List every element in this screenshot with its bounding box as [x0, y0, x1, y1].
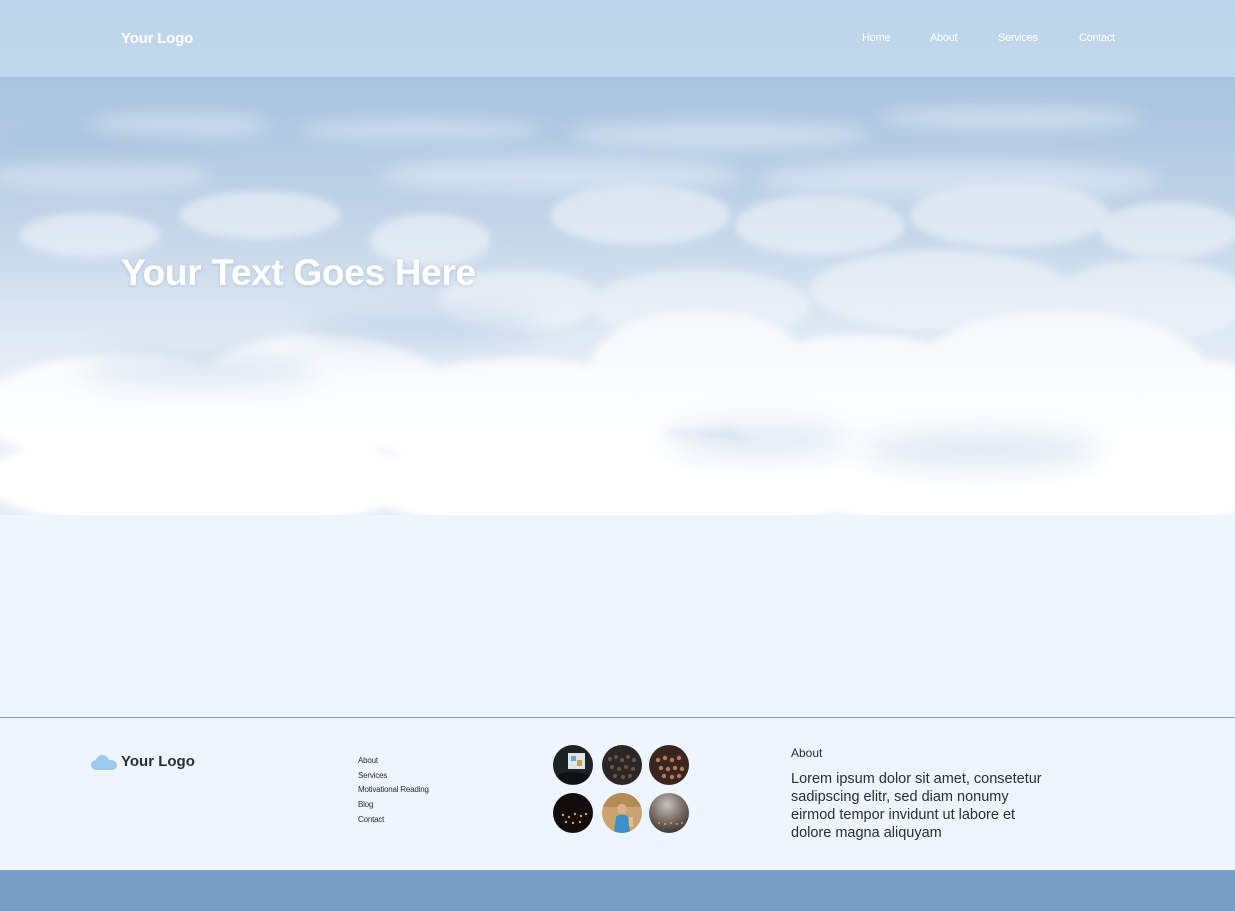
- header-logo[interactable]: Your Logo: [121, 30, 193, 47]
- footer-bottom-bar: [0, 870, 1235, 911]
- gallery-thumbnail[interactable]: [602, 745, 642, 785]
- hero-section: Your Logo Home About Services Contact Yo…: [0, 0, 1235, 515]
- gallery-image: [553, 745, 593, 785]
- footer-logo-text: Your Logo: [121, 753, 195, 770]
- footer-divider: [0, 717, 1235, 718]
- nav-link-home[interactable]: Home: [862, 32, 890, 44]
- cloud-icon: [91, 755, 117, 770]
- nav-link-services[interactable]: Services: [998, 32, 1038, 44]
- gallery-thumbnail[interactable]: [602, 793, 642, 833]
- footer-link-blog[interactable]: Blog: [358, 800, 429, 815]
- gallery-image: [602, 745, 642, 785]
- gallery-image: [649, 793, 689, 833]
- nav-link-contact[interactable]: Contact: [1079, 32, 1115, 44]
- footer-link-motivational-reading[interactable]: Motivational Reading: [358, 785, 429, 800]
- footer-about-text: Lorem ipsum dolor sit amet, consetetur s…: [791, 771, 1042, 841]
- hero-heading: Your Text Goes Here: [121, 252, 476, 293]
- gallery-thumbnail[interactable]: [649, 793, 689, 833]
- footer-about-heading: About: [791, 746, 823, 760]
- gallery-image: [649, 745, 689, 785]
- footer-link-services[interactable]: Services: [358, 771, 429, 786]
- gallery-thumbnail[interactable]: [649, 745, 689, 785]
- gallery-image: [553, 793, 593, 833]
- footer-link-about[interactable]: About: [358, 756, 429, 771]
- gallery-thumbnail[interactable]: [553, 745, 593, 785]
- footer-links: About Services Motivational Reading Blog…: [358, 756, 429, 829]
- nav-link-about[interactable]: About: [930, 32, 958, 44]
- footer-link-contact[interactable]: Contact: [358, 815, 429, 830]
- gallery-thumbnail[interactable]: [553, 793, 593, 833]
- gallery-image: [602, 793, 642, 833]
